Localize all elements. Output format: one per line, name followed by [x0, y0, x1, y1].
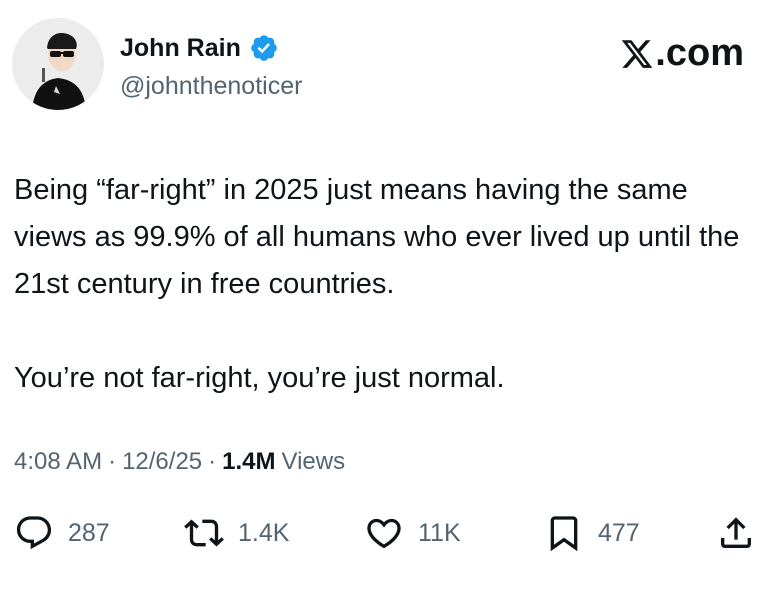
avatar[interactable] — [12, 18, 104, 110]
brand-watermark: .com — [620, 32, 744, 75]
avatar-image — [12, 18, 104, 110]
meta-separator: · — [108, 448, 117, 475]
like-button[interactable]: 11K — [364, 508, 461, 558]
x-logo-icon — [622, 39, 653, 68]
author-handle[interactable]: @johnthenoticer — [120, 72, 302, 101]
tweet-time[interactable]: 4:08 AM — [14, 448, 102, 476]
like-count: 11K — [418, 518, 461, 547]
display-name[interactable]: John Rain — [120, 34, 241, 63]
author-name-row[interactable]: John Rain — [120, 33, 279, 63]
views-count: 1.4M — [222, 448, 276, 475]
tweet-paragraph: Being “far-right” in 2025 just means hav… — [14, 174, 740, 300]
brand-domain: .com — [655, 32, 744, 74]
tweet-text: Being “far-right” in 2025 just means hav… — [14, 167, 764, 402]
reply-icon — [16, 516, 52, 550]
share-icon — [721, 517, 751, 548]
tweet-meta: 4:08 AM · 12/6/25 · 1.4M Views — [14, 448, 345, 476]
meta-separator: · — [208, 448, 217, 475]
reply-count: 287 — [68, 518, 110, 547]
tweet-date[interactable]: 12/6/25 — [122, 448, 202, 476]
heart-icon — [367, 518, 401, 549]
bookmark-count: 477 — [598, 518, 640, 547]
reply-button[interactable]: 287 — [14, 508, 110, 558]
views-label: Views — [281, 448, 346, 475]
repost-count: 1.4K — [238, 518, 290, 547]
repost-button[interactable]: 1.4K — [184, 508, 289, 558]
bookmark-icon — [550, 516, 578, 552]
bookmark-button[interactable]: 477 — [544, 508, 640, 558]
share-button[interactable] — [716, 508, 756, 558]
repost-icon — [184, 519, 224, 547]
tweet-paragraph: You’re not far-right, you’re just normal… — [14, 362, 505, 394]
action-bar: 287 1.4K 11K 477 — [0, 508, 780, 558]
verified-badge-icon — [249, 33, 279, 63]
